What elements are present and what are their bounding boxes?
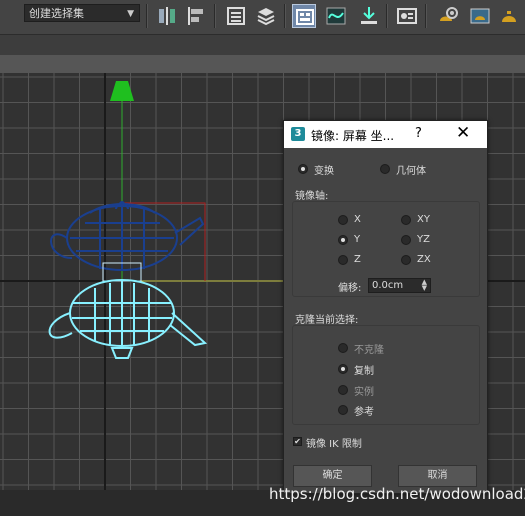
material-editor-icon[interactable]	[395, 4, 419, 28]
radio-instance[interactable]	[338, 385, 348, 395]
radio-copy[interactable]	[338, 364, 348, 374]
toolbar-separator	[284, 4, 286, 28]
layer-manager-icon[interactable]	[224, 4, 248, 28]
watermark-text: https://blog.csdn.net/wodownload2	[269, 485, 525, 503]
radio-no-clone-label: 不克隆	[354, 345, 384, 356]
render-setup-icon[interactable]	[435, 4, 459, 28]
toolbar-separator	[214, 4, 216, 28]
toolbar-separator	[146, 4, 148, 28]
toolbar-separator	[425, 4, 427, 28]
radio-axis-yz[interactable]	[401, 235, 411, 245]
dialog-title: 镜像: 屏幕 坐...	[311, 129, 395, 143]
help-button[interactable]: ?	[415, 126, 422, 141]
curve-editor-icon[interactable]	[324, 4, 348, 28]
mirror-dialog: 3 镜像: 屏幕 坐... ? ✕ 变换 几何体 镜像轴: X Y Z XY Y…	[283, 120, 488, 494]
radio-axis-zx-label: ZX	[417, 254, 431, 265]
radio-axis-y-label: Y	[354, 234, 361, 245]
mirror-ik-checkbox[interactable]: ✔	[293, 437, 302, 446]
radio-axis-x-label: X	[354, 214, 361, 225]
cancel-button[interactable]: 取消	[398, 465, 477, 487]
teapot-original[interactable]	[50, 201, 205, 271]
align-icon[interactable]	[184, 4, 208, 28]
close-button[interactable]: ✕	[456, 123, 470, 143]
main-toolbar: 创建选择集 ▼	[0, 0, 525, 35]
toolbar-separator	[386, 4, 388, 28]
ribbon-icon[interactable]	[292, 4, 316, 28]
radio-axis-zx[interactable]	[401, 255, 411, 265]
mirror-icon[interactable]	[155, 4, 179, 28]
clone-group	[292, 325, 480, 425]
radio-reference-label: 参考	[354, 407, 374, 418]
radio-axis-xy[interactable]	[401, 215, 411, 225]
radio-instance-label: 实例	[354, 387, 374, 398]
selection-set-dropdown[interactable]: 创建选择集 ▼	[24, 4, 140, 22]
clone-title: 克隆当前选择:	[295, 315, 359, 326]
chevron-down-icon: ▼	[127, 9, 134, 19]
spinner-arrows-icon[interactable]: ▲ ▼	[422, 279, 427, 292]
radio-axis-x[interactable]	[338, 215, 348, 225]
3dsmax-app-icon: 3	[291, 127, 305, 141]
schematic-view-icon[interactable]	[357, 4, 381, 28]
radio-axis-z[interactable]	[338, 255, 348, 265]
scene-explorer-icon[interactable]	[254, 4, 278, 28]
radio-reference[interactable]	[338, 405, 348, 415]
radio-geometry[interactable]	[380, 164, 390, 174]
radio-transform-label: 变换	[314, 166, 334, 177]
ok-button[interactable]: 确定	[293, 465, 372, 487]
render-icon[interactable]	[498, 4, 522, 28]
radio-transform[interactable]	[298, 164, 308, 174]
command-strip	[0, 35, 525, 55]
radio-geometry-label: 几何体	[396, 166, 426, 177]
radio-axis-z-label: Z	[354, 254, 361, 265]
radio-axis-xy-label: XY	[417, 214, 430, 225]
radio-axis-yz-label: YZ	[417, 234, 430, 245]
radio-no-clone[interactable]	[338, 343, 348, 353]
selection-set-value: 创建选择集	[29, 7, 84, 20]
radio-axis-y[interactable]	[338, 235, 348, 245]
radio-copy-label: 复制	[354, 366, 374, 377]
mirror-ik-label: 镜像 IK 限制	[306, 439, 362, 450]
offset-label: 偏移:	[338, 283, 362, 294]
offset-value: 0.0cm	[372, 280, 404, 291]
render-frame-icon[interactable]	[468, 4, 492, 28]
viewport-label-strip	[0, 55, 525, 73]
offset-spinner[interactable]: 0.0cm ▲ ▼	[368, 278, 431, 293]
dialog-titlebar[interactable]: 3 镜像: 屏幕 坐... ? ✕	[284, 121, 487, 148]
mirror-axis-title: 镜像轴:	[295, 191, 329, 202]
